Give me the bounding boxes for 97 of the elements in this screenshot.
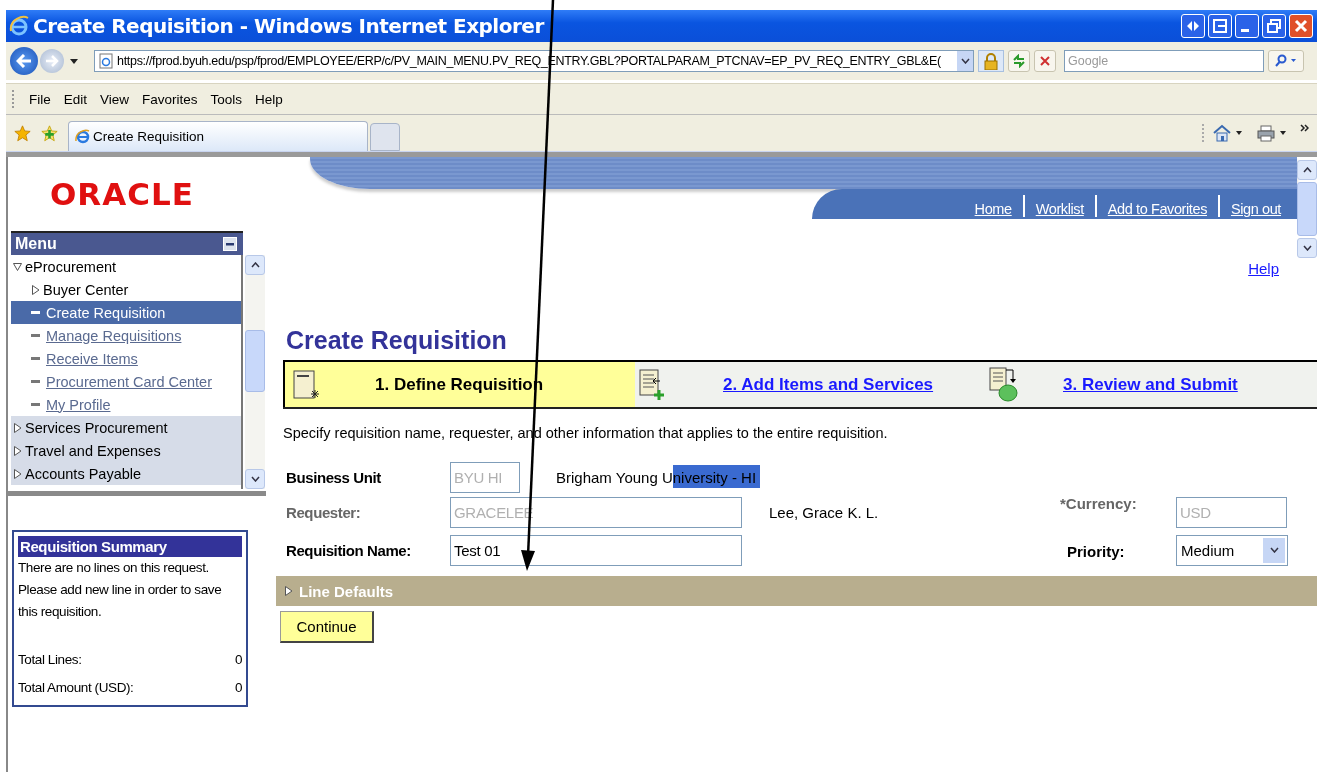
collapse-icon[interactable] [223,237,237,251]
scrollbar[interactable] [245,255,265,489]
menu-bar-item[interactable]: Help [255,91,283,107]
home-icon [1212,124,1232,142]
switch-window-button[interactable] [1208,14,1232,38]
more-chevron-icon[interactable] [1300,124,1309,132]
business-unit-description: Brigham Young University - HI [556,468,761,486]
refresh-arrows-icon [1012,54,1026,68]
menu-bar-item[interactable]: Edit [63,91,88,107]
minimize-button[interactable] [1235,14,1259,38]
printer-icon [1256,124,1276,142]
dash-icon [31,403,40,406]
window-title: Create Requisition - Windows Internet Explorer [33,14,544,38]
add-favorite-icon[interactable] [41,124,58,142]
chevron-down-icon [1269,547,1279,553]
dash-icon [31,380,40,383]
restore-layout-button[interactable] [1181,14,1205,38]
menu-folder[interactable]: Travel and Expenses [11,439,241,462]
step-tab[interactable]: 3. Review and Submit [985,362,1317,407]
collapsed-triangle-icon [13,422,22,433]
page-icon [99,53,113,69]
browser-logo-icon [75,129,90,144]
minimize-icon [1241,28,1249,32]
menu-folder[interactable]: eProcurement [11,255,241,278]
menu-folder[interactable]: Accounts Payable [11,462,241,485]
favorites-star-icon[interactable] [14,124,31,142]
caret-icon[interactable] [70,58,78,64]
field-label: Requisition Name: [286,541,412,559]
caret-icon [1280,131,1286,135]
menu-bar-item[interactable]: Tools [210,91,243,107]
refresh-button[interactable] [1008,50,1030,72]
print-button[interactable] [1256,124,1286,142]
new-document-icon [293,369,319,400]
menu-item[interactable]: My Profile [11,393,241,416]
collapsed-triangle-icon [13,468,22,479]
menu-folder[interactable]: Buyer Center [11,278,241,301]
field-label: Requester: [286,503,362,521]
back-button[interactable] [10,47,38,75]
stop-button[interactable] [1034,50,1056,72]
oracle-logo: ORACLE [49,175,195,214]
dash-icon [31,357,40,360]
security-lock-button[interactable] [978,50,1004,72]
search-icon [1275,54,1297,68]
close-icon [1294,19,1308,33]
menu-item[interactable]: Procurement Card Center [11,370,241,393]
document-arrow-icon [989,366,1021,403]
add-list-icon [639,368,665,401]
search-button[interactable] [1268,50,1304,72]
menu-bar-item[interactable]: Favorites [142,91,198,107]
summary-title: Requisition Summary [18,536,242,557]
close-button[interactable] [1289,14,1313,38]
header-link[interactable]: Home [970,201,1016,219]
menu-bar-item[interactable]: View [100,91,130,107]
close-icon [1039,55,1051,67]
split-arrows-icon [1186,19,1200,33]
menu-item[interactable]: Receive Items [11,347,241,370]
dash-icon [31,311,40,314]
menu-title: Menu [15,235,57,253]
collapsed-triangle-icon [13,445,22,456]
restore-button[interactable] [1262,14,1286,38]
restore-icon [1267,19,1281,33]
header-link[interactable]: Add to Favorites [1103,201,1211,219]
menu-folder[interactable]: Services Procurement [11,416,241,439]
collapsed-triangle-icon [284,586,293,596]
collapsed-triangle-icon [31,284,40,295]
header-link[interactable]: Sign out [1227,201,1285,219]
caret-icon [1236,131,1242,135]
total-value: 0 [234,651,242,667]
requisition-name-field[interactable]: Test 01 [450,534,742,566]
summary-message: There are no lines on this request. Please add new line in order to save this requisition. [18,559,223,621]
step-tab[interactable]: 2. Add Items and Services [635,362,985,407]
forward-arrow-icon [45,55,59,67]
continue-button[interactable]: Continue [280,611,374,643]
total-value: 0 [234,679,242,695]
dash-icon [31,334,40,337]
dropdown-button[interactable] [957,51,973,71]
chevron-down-icon [960,58,970,64]
browser-tab[interactable]: Create Requisition [68,121,368,151]
total-label: Total Lines: [18,651,82,667]
expanded-triangle-icon [13,261,22,272]
field-label: Business Unit [286,468,382,486]
total-label: Total Amount (USD): [18,679,134,695]
field-label: Priority: [1066,541,1126,560]
field-label: *Currency: [1060,494,1138,512]
priority-dropdown[interactable]: Medium [1176,534,1288,566]
menu-item[interactable]: Manage Requisitions [11,324,241,347]
browser-logo-icon [9,15,29,37]
help-link[interactable]: Help [1248,260,1279,277]
requester-name: Lee, Grace K. L. [768,503,880,521]
page-title: Create Requisition [286,326,508,355]
padlock-icon [984,52,998,70]
back-arrow-icon [16,54,32,68]
menu-item[interactable]: Create Requisition [11,301,241,324]
menu-bar-item[interactable]: File [29,91,51,107]
search-field[interactable]: Google [1064,50,1264,72]
header-link[interactable]: Worklist [1031,201,1088,219]
home-button[interactable] [1212,124,1242,142]
